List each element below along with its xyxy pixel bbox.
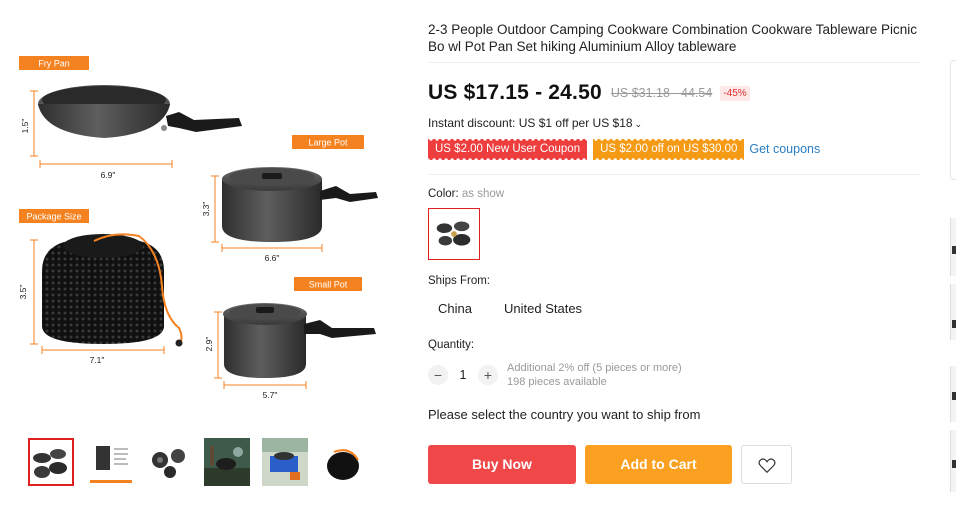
package-size-label: Package Size — [26, 212, 81, 222]
quantity-decrement-button[interactable]: − — [428, 365, 448, 385]
product-main-image[interactable]: Fry Pan 1.5" 6.9" Large Pot 3.3" 6.6" Pa… — [14, 46, 384, 416]
ship-from-message: Please select the country you want to sh… — [428, 407, 701, 422]
ships-from-label: Ships From: — [428, 275, 490, 287]
package-figure: Package Size 3.5" 7.1" — [18, 209, 183, 365]
price-row: US $17.15 - 24.50 US $31.18 - 44.54 -45% — [428, 80, 750, 106]
bulk-discount-note: Additional 2% off (5 pieces or more) — [507, 362, 682, 374]
right-sidebar-item[interactable] — [950, 430, 956, 492]
large-pot-label: Large Pot — [308, 138, 348, 148]
quantity-label: Quantity: — [428, 339, 475, 351]
fry-pan-height: 1.5" — [20, 119, 30, 134]
product-title: 2-3 People Outdoor Camping Cookware Comb… — [428, 22, 918, 54]
ships-from-united-states[interactable]: United States — [504, 298, 582, 320]
color-value: as show — [461, 188, 505, 200]
wishlist-button[interactable] — [741, 445, 792, 484]
thumbnail-strip — [28, 438, 368, 486]
package-width: 7.1" — [90, 355, 105, 365]
right-sidebar-item[interactable] — [950, 284, 956, 340]
add-to-cart-button[interactable]: Add to Cart — [585, 445, 732, 484]
order-coupon[interactable]: US $2.00 off on US $30.00 — [593, 138, 745, 160]
buy-now-button[interactable]: Buy Now — [428, 445, 576, 484]
package-height: 3.5" — [18, 285, 28, 300]
quantity-value[interactable]: 1 — [453, 365, 473, 385]
chevron-down-icon: ⌄ — [634, 119, 643, 129]
small-pot-height: 2.9" — [204, 337, 214, 352]
original-price: US $31.18 - 44.54 — [610, 86, 713, 100]
available-pieces-note: 198 pieces available — [507, 376, 607, 388]
color-label: Color: — [428, 188, 459, 200]
color-swatch-as-show[interactable] — [428, 208, 480, 260]
coupon-divider — [428, 174, 921, 175]
thumbnail-cookware-set[interactable] — [28, 438, 74, 486]
large-pot-height: 3.3" — [201, 202, 211, 217]
thumbnail-pots-and-pans[interactable] — [146, 438, 192, 486]
large-pot-figure: Large Pot 3.3" 6.6" — [201, 135, 378, 263]
instant-discount-text: Instant discount: US $1 off per US $18 — [428, 116, 633, 130]
right-sidebar-item[interactable] — [950, 366, 956, 422]
get-coupons-link[interactable]: Get coupons — [749, 142, 820, 156]
new-user-coupon[interactable]: US $2.00 New User Coupon — [428, 138, 588, 160]
ships-from-china[interactable]: China — [438, 298, 472, 320]
thumbnail-campfire-scene[interactable] — [204, 438, 250, 486]
thumbnail-mesh-bag[interactable] — [320, 438, 366, 486]
discount-badge: -45% — [720, 85, 750, 101]
large-pot-width: 6.6" — [265, 253, 280, 263]
coupon-row: US $2.00 New User Coupon US $2.00 off on… — [428, 138, 820, 160]
color-label-row: Color: as show — [428, 188, 504, 200]
fry-pan-figure: Fry Pan 1.5" 6.9" — [19, 56, 242, 180]
quantity-increment-button[interactable]: + — [478, 365, 498, 385]
title-divider — [428, 62, 921, 63]
thumbnail-size-chart[interactable] — [88, 438, 134, 486]
instant-discount[interactable]: Instant discount: US $1 off per US $18 ⌄ — [428, 116, 642, 130]
heart-icon — [758, 458, 776, 474]
right-sidebar-item[interactable] — [950, 218, 956, 276]
small-pot-label: Small Pot — [309, 280, 348, 290]
small-pot-figure: Small Pot 2.9" 5.7" — [204, 277, 376, 400]
fry-pan-label: Fry Pan — [38, 59, 70, 69]
fry-pan-width: 6.9" — [101, 170, 116, 180]
current-price: US $17.15 - 24.50 — [428, 81, 602, 104]
thumbnail-camping-stove-scene[interactable] — [262, 438, 308, 486]
small-pot-width: 5.7" — [263, 390, 278, 400]
right-sidebar-panel — [950, 60, 956, 180]
